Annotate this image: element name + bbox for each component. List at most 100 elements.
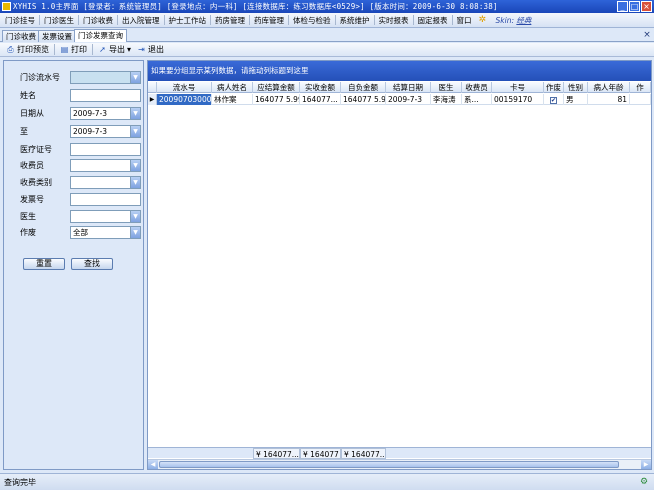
reset-button[interactable]: 重置 (23, 258, 65, 270)
invoice-input[interactable] (70, 193, 141, 206)
column-header-due[interactable]: 应结算金额 (253, 82, 300, 93)
column-header-self-pay[interactable]: 自负金额 (341, 82, 386, 93)
menu-fixed-report[interactable]: 固定报表 (415, 15, 451, 26)
cell-received[interactable]: 164077... (300, 94, 341, 105)
close-button[interactable]: × (641, 1, 652, 12)
menu-window[interactable]: 窗口 (454, 15, 475, 26)
summary-received: ¥ 164077 6 (300, 448, 341, 459)
menu-checkup-lab[interactable]: 体检与检验 (290, 15, 334, 26)
menu-separator (412, 15, 414, 25)
menu-outpatient-charge[interactable]: 门诊收费 (80, 15, 116, 26)
cell-cashier[interactable]: 系... (462, 94, 492, 105)
export-button[interactable]: ➚ 导出 ▾ (95, 44, 134, 55)
search-button[interactable]: 查找 (71, 258, 113, 270)
chevron-down-icon[interactable]: ▼ (130, 177, 140, 188)
menu-separator (334, 15, 336, 25)
column-header-patient[interactable]: 病人姓名 (212, 82, 253, 93)
cell-serial[interactable]: 2009070300001 (157, 94, 212, 105)
cell-void[interactable]: ✔ (544, 94, 564, 105)
chevron-down-icon[interactable]: ▼ (130, 126, 140, 137)
tab-invoice-settings[interactable]: 发票设置 (38, 30, 76, 42)
menu-realtime-report[interactable]: 实时报表 (376, 15, 412, 26)
cell-due[interactable]: 164077 5.99 (253, 94, 300, 105)
column-header-doctor[interactable]: 医生 (431, 82, 462, 93)
menu-system-maintenance[interactable]: 系统维护 (337, 15, 373, 26)
void-dropdown[interactable]: 全部 ▼ (70, 226, 141, 239)
chevron-down-icon[interactable]: ▼ (130, 160, 140, 171)
window-title: XYHIS 1.0主界面 [登录者：系统管理员] [登录地点：内一科] [连接数… (13, 2, 498, 11)
cell-age[interactable]: 81 (588, 94, 630, 105)
cashier-dropdown[interactable]: ▼ (70, 159, 141, 172)
cell-patient[interactable]: 林作案 (212, 94, 253, 105)
column-header-card[interactable]: 卡号 (492, 82, 544, 93)
column-header-cashier[interactable]: 收费员 (462, 82, 492, 93)
date-to-label: 至 (20, 127, 28, 136)
menu-separator (451, 15, 453, 25)
date-to-value: 2009-7-3 (73, 127, 108, 136)
column-header-serial[interactable]: 流水号 (157, 82, 212, 93)
exit-button[interactable]: ⇥ 退出 (134, 44, 167, 55)
menu-outpatient-doctor[interactable]: 门诊医生 (41, 15, 77, 26)
medical-card-input[interactable] (70, 143, 141, 156)
column-header-date[interactable]: 结算日期 (386, 82, 431, 93)
name-input[interactable] (70, 89, 141, 102)
date-from-picker[interactable]: 2009-7-3 ▼ (70, 107, 141, 120)
print-preview-icon: ⎙ (7, 45, 14, 54)
tab-invoice-query[interactable]: 门诊发票查询 (74, 29, 127, 42)
window-title-bar: XYHIS 1.0主界面 [登录者：系统管理员] [登录地点：内一科] [连接数… (0, 0, 654, 13)
date-from-label: 日期从 (20, 109, 44, 118)
tab-close-icon[interactable]: × (642, 30, 652, 40)
date-from-value: 2009-7-3 (73, 109, 108, 118)
print-button[interactable]: ▤ 打印 (57, 44, 90, 55)
menu-separator (163, 15, 165, 25)
serial-dropdown[interactable]: ▼ (70, 71, 141, 84)
fee-type-row: 收费类别 ▼ (4, 176, 143, 189)
void-row: 作废 全部 ▼ (4, 226, 143, 239)
date-to-picker[interactable]: 2009-7-3 ▼ (70, 125, 141, 138)
menu-separator (373, 15, 375, 25)
scroll-right-icon[interactable]: ▶ (641, 460, 651, 469)
print-preview-button[interactable]: ⎙ 打印预览 (3, 44, 52, 55)
tab-outpatient-charge[interactable]: 门诊收费 (2, 30, 40, 42)
skin-gear-icon[interactable]: ✲ (479, 15, 489, 25)
menu-nurse-station[interactable]: 护士工作站 (166, 15, 210, 26)
minimize-button[interactable]: _ (617, 1, 628, 12)
fee-type-dropdown[interactable]: ▼ (70, 176, 141, 189)
void-value: 全部 (73, 228, 88, 237)
chevron-down-icon[interactable]: ▼ (130, 211, 140, 222)
skin-selector[interactable]: Skin: 经典 (496, 15, 532, 26)
cell-doctor[interactable]: 李海涛 (431, 94, 462, 105)
column-header-gender[interactable]: 性别 (564, 82, 588, 93)
group-by-area[interactable]: 如果要分组显示某列数据，请拖动列标题到这里 (148, 61, 651, 81)
chevron-down-icon[interactable]: ▼ (130, 108, 140, 119)
cell-date[interactable]: 2009-7-3 (386, 94, 431, 105)
toolbar: ⎙ 打印预览 ▤ 打印 ➚ 导出 ▾ ⇥ 退出 (0, 43, 654, 57)
table-row[interactable]: ▶ 2009070300001 林作案 164077 5.99 164077..… (148, 94, 651, 105)
cell-gender[interactable]: 男 (564, 94, 588, 105)
column-header-age[interactable]: 病人年龄 (588, 82, 630, 93)
menu-separator (249, 15, 250, 25)
menu-pharmacy[interactable]: 药房管理 (212, 15, 248, 26)
cell-extra[interactable] (630, 94, 651, 105)
toolbar-separator (54, 44, 55, 55)
column-header-void[interactable]: 作废 (544, 82, 564, 93)
chevron-down-icon: ▾ (127, 45, 132, 54)
document-tab-bar: 门诊收费 发票设置 门诊发票查询 × (0, 29, 654, 42)
menu-admission[interactable]: 出入院管理 (119, 15, 163, 26)
horizontal-scrollbar[interactable]: ◀ ▶ (148, 459, 651, 469)
network-status-icon: ⚙ (639, 477, 649, 487)
scrollbar-thumb[interactable] (159, 461, 619, 468)
chevron-down-icon[interactable]: ▼ (130, 227, 140, 238)
maximize-button[interactable]: □ (629, 1, 640, 12)
column-header-extra[interactable]: 作 (630, 82, 651, 93)
menu-outpatient-register[interactable]: 门诊挂号 (2, 15, 38, 26)
column-header-received[interactable]: 实收金额 (300, 82, 341, 93)
chevron-down-icon[interactable]: ▼ (130, 72, 140, 83)
void-checkbox[interactable]: ✔ (550, 97, 557, 104)
date-from-row: 日期从 2009-7-3 ▼ (4, 107, 143, 120)
menu-drug-store[interactable]: 药库管理 (251, 15, 287, 26)
cell-self-pay[interactable]: 164077 5.99 (341, 94, 386, 105)
cell-card[interactable]: 00159170 (492, 94, 544, 105)
doctor-dropdown[interactable]: ▼ (70, 210, 141, 223)
scroll-left-icon[interactable]: ◀ (148, 460, 158, 469)
